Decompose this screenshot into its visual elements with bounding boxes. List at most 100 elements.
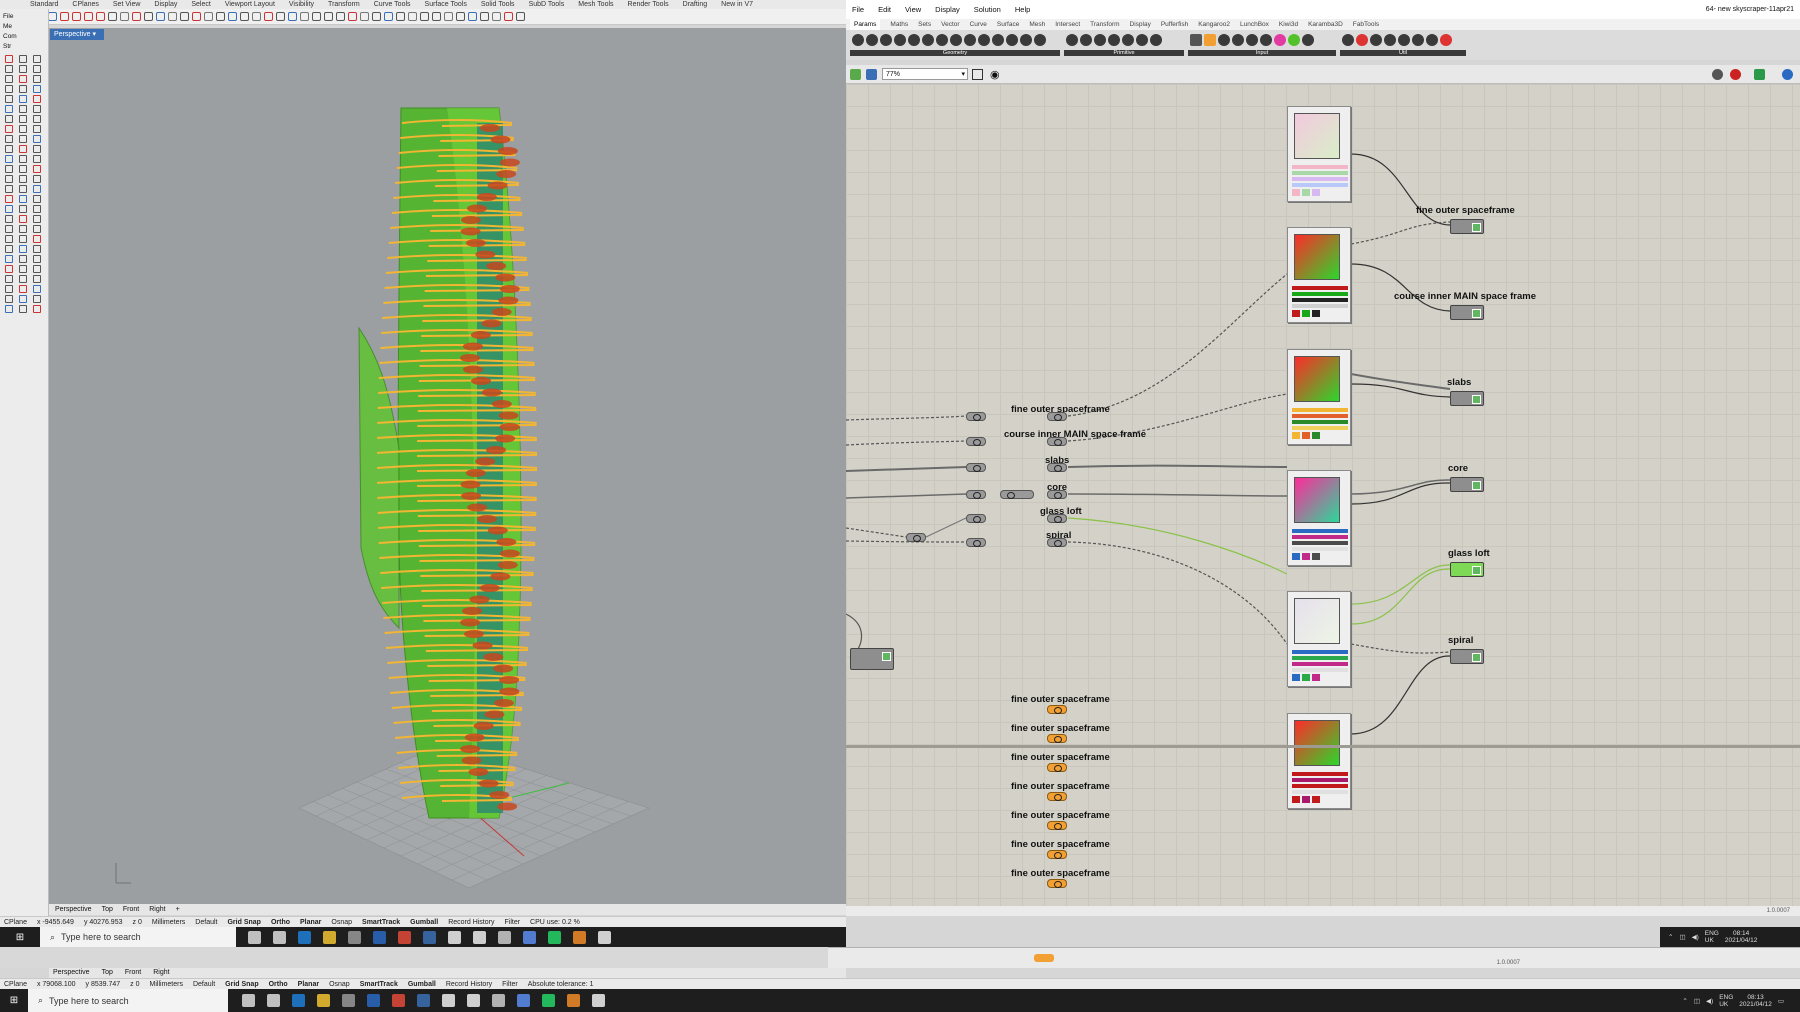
start-button[interactable]: ⊞ — [0, 927, 40, 947]
add-viewport-icon[interactable]: + — [176, 904, 180, 915]
clock-top[interactable]: 08:14 2021/04/12 — [1725, 930, 1758, 944]
rhino-command-icon[interactable] — [19, 65, 27, 73]
rhino-tool-icon[interactable] — [180, 12, 189, 21]
relay-node[interactable] — [1047, 821, 1067, 830]
status-z[interactable]: z 0 — [130, 979, 139, 989]
gh-component-icon[interactable] — [1122, 34, 1134, 46]
rhino-command-icon[interactable] — [5, 245, 13, 253]
gh-menu-edit[interactable]: Edit — [878, 4, 891, 16]
viewport-tab-top[interactable]: Top — [102, 904, 113, 915]
rhino-tab-subd-tools[interactable]: SubD Tools — [529, 0, 565, 9]
rhino-command-icon[interactable] — [33, 95, 41, 103]
edge-icon[interactable] — [298, 930, 311, 944]
connection-wire[interactable] — [1350, 643, 1451, 654]
relay-node[interactable] — [1047, 514, 1067, 523]
gh-component-icon[interactable] — [950, 34, 962, 46]
gh-component-icon[interactable] — [1066, 34, 1078, 46]
rhino-command-icon[interactable] — [19, 285, 27, 293]
rhino-tab-set-view[interactable]: Set View — [113, 0, 141, 9]
rhino-tool-icon[interactable] — [288, 12, 297, 21]
swatch-presets[interactable] — [1292, 310, 1348, 318]
status-toggle-smarttrack[interactable]: SmartTrack — [360, 979, 398, 989]
colour-picker[interactable] — [1294, 234, 1340, 280]
rhino-command-icon[interactable] — [5, 85, 13, 93]
rhino-command-icon[interactable] — [33, 205, 41, 213]
rhino-tool-icon[interactable] — [432, 12, 441, 21]
zoom-extents-icon[interactable] — [972, 69, 983, 80]
mail-icon[interactable] — [373, 930, 386, 944]
volume-icon[interactable]: ◀) — [1706, 997, 1713, 1005]
rhino-tab-curve-tools[interactable]: Curve Tools — [374, 0, 411, 9]
gh-component-icon[interactable] — [1274, 34, 1286, 46]
viewport-tab-front[interactable]: Front — [125, 968, 141, 978]
rhino-icon[interactable] — [423, 930, 436, 944]
gh-tab-lunchbox[interactable]: LunchBox — [1240, 19, 1269, 30]
colour-swatch[interactable] — [1287, 470, 1351, 566]
rhino-command-icon[interactable] — [5, 75, 13, 83]
gh-component-icon[interactable] — [908, 34, 920, 46]
rhino-command-icon[interactable] — [33, 225, 41, 233]
gh-menu-file[interactable]: File — [852, 4, 864, 16]
connection-wire[interactable] — [1067, 464, 1288, 468]
app-icon[interactable] — [492, 994, 505, 1007]
status-toggle-ortho[interactable]: Ortho — [269, 979, 288, 989]
colour-swatch[interactable] — [1287, 349, 1351, 445]
relay-node[interactable] — [1047, 412, 1067, 421]
gh-component-icon[interactable] — [922, 34, 934, 46]
rhino-command-icon[interactable] — [33, 295, 41, 303]
network-icon[interactable]: ◫ — [1679, 933, 1685, 941]
grasshopper-icon[interactable] — [442, 994, 455, 1007]
colour-picker[interactable] — [1294, 477, 1340, 523]
file-explorer-icon[interactable] — [317, 994, 330, 1007]
rhino-tool-icon[interactable] — [240, 12, 249, 21]
relay-node[interactable] — [966, 412, 986, 421]
rhino-command-icon[interactable] — [33, 75, 41, 83]
rhino-tab-visibility[interactable]: Visibility — [289, 0, 314, 9]
rhino-tool-icon[interactable] — [336, 12, 345, 21]
rhino-command-icon[interactable] — [33, 175, 41, 183]
status-toggle-planar[interactable]: Planar — [300, 917, 321, 927]
rhino-tool-icon[interactable] — [408, 12, 417, 21]
tray-chevron-icon[interactable]: ⌃ — [1668, 933, 1673, 941]
rgb-sliders[interactable] — [1292, 165, 1348, 189]
custom-preview-component[interactable] — [1450, 391, 1484, 406]
connection-wire[interactable] — [846, 440, 967, 446]
network-icon[interactable]: ◫ — [1694, 997, 1700, 1005]
rgb-sliders[interactable] — [1292, 529, 1348, 553]
connection-wire[interactable] — [1067, 493, 1288, 497]
connection-wire[interactable] — [846, 493, 967, 499]
zoom-icon[interactable] — [523, 930, 536, 944]
gh-tab-kangaroo2[interactable]: Kangaroo2 — [1198, 19, 1230, 30]
perspective-viewport[interactable] — [49, 28, 846, 904]
rhino-tool-icon[interactable] — [312, 12, 321, 21]
gh-component-icon[interactable] — [1302, 34, 1314, 46]
gh-component-icon[interactable] — [1260, 34, 1272, 46]
rhino-tool-icon[interactable] — [384, 12, 393, 21]
viewport-tab-front[interactable]: Front — [123, 904, 139, 915]
rhino-command-icon[interactable] — [19, 235, 27, 243]
chrome-icon[interactable] — [392, 994, 405, 1007]
gh-component-icon[interactable] — [1218, 34, 1230, 46]
viewport-tab-top[interactable]: Top — [102, 968, 113, 978]
gh-component-icon[interactable] — [1412, 34, 1424, 46]
rhino-command-icon[interactable] — [5, 165, 13, 173]
start-button-lower[interactable]: ⊞ — [0, 989, 28, 1012]
connection-wire[interactable] — [1350, 221, 1451, 245]
rhino-command-icon[interactable] — [19, 265, 27, 273]
vlc-icon[interactable] — [567, 994, 580, 1007]
rgb-sliders[interactable] — [1292, 650, 1348, 674]
rhino-command-icon[interactable] — [5, 295, 13, 303]
gh-component-icon[interactable] — [936, 34, 948, 46]
rhino-tab-viewport-layout[interactable]: Viewport Layout — [225, 0, 275, 9]
connection-wire[interactable] — [1350, 479, 1451, 495]
viewport-tab-perspective[interactable]: Perspective — [53, 968, 90, 978]
swatch-presets[interactable] — [1292, 189, 1348, 197]
rhino-tab-cplanes[interactable]: CPlanes — [72, 0, 98, 9]
custom-preview-component[interactable] — [1450, 649, 1484, 664]
rhino-command-icon[interactable] — [19, 195, 27, 203]
zoom-level-select[interactable]: 77% ▾ — [882, 68, 968, 80]
rhino-command-icon[interactable] — [19, 55, 27, 63]
custom-preview-component[interactable] — [1450, 305, 1484, 320]
rhino-tool-icon[interactable] — [84, 12, 93, 21]
rhino-command-icon[interactable] — [19, 95, 27, 103]
